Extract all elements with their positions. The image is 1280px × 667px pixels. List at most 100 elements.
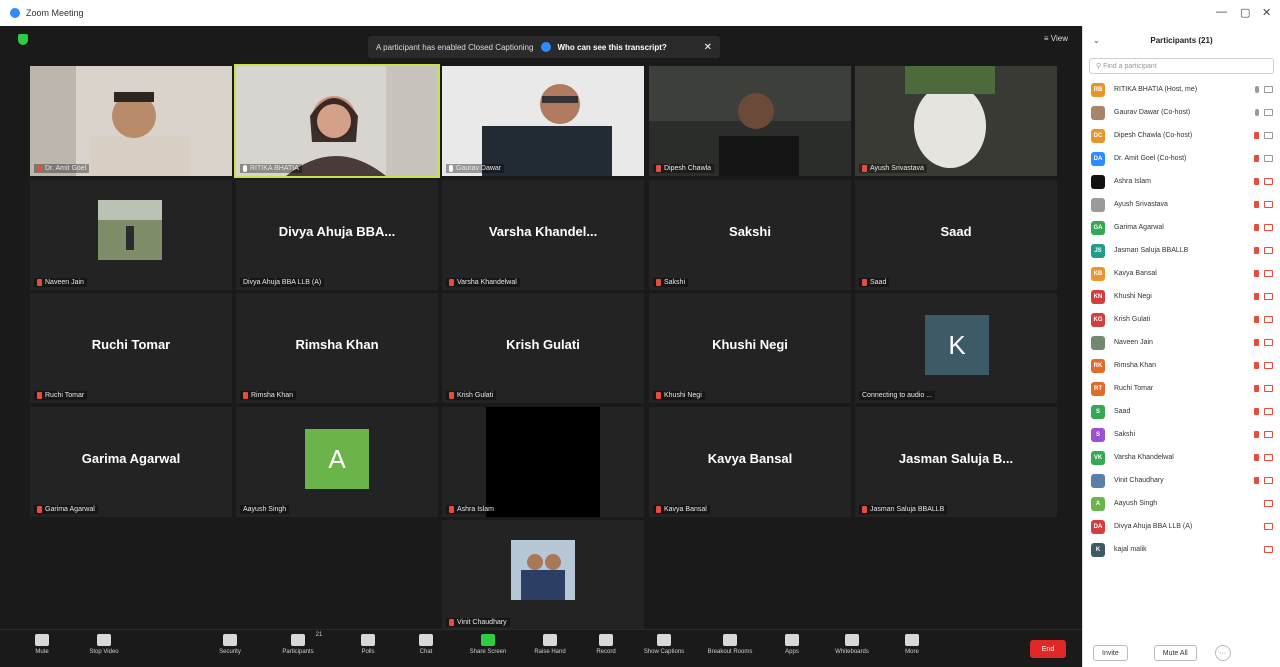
stop-video-button[interactable]: Stop Video — [76, 634, 132, 655]
camera-off-icon[interactable] — [1264, 454, 1273, 461]
mic-icon[interactable] — [1255, 109, 1259, 116]
participant-row[interactable]: Vinit Chaudhary — [1083, 469, 1280, 492]
end-meeting-button[interactable]: End — [1030, 640, 1066, 658]
participant-row[interactable]: S Saad — [1083, 400, 1280, 423]
minimize-button[interactable]: — — [1216, 6, 1227, 18]
video-tile[interactable]: Krish Gulati Krish Gulati — [442, 293, 644, 403]
show-captions-button[interactable]: Show Captions — [636, 634, 692, 655]
whiteboards-button[interactable]: Whiteboards — [824, 634, 880, 655]
camera-icon[interactable] — [1264, 155, 1273, 162]
video-tile[interactable]: Khushi Negi Khushi Negi — [649, 293, 851, 403]
video-tile[interactable]: Divya Ahuja BBA... Divya Ahuja BBA LLB (… — [236, 180, 438, 290]
muted-mic-icon[interactable] — [1254, 155, 1259, 162]
mute-all-button[interactable]: Mute All — [1153, 645, 1197, 661]
transcript-visibility-link[interactable]: Who can see this transcript? — [557, 43, 666, 52]
camera-off-icon[interactable] — [1264, 500, 1273, 507]
participant-row[interactable]: KN Khushi Negi — [1083, 285, 1280, 308]
muted-mic-icon[interactable] — [1254, 224, 1259, 231]
camera-off-icon[interactable] — [1264, 477, 1273, 484]
muted-mic-icon[interactable] — [1254, 339, 1259, 346]
participant-row[interactable]: Ayush Srivastava — [1083, 193, 1280, 216]
muted-mic-icon[interactable] — [1254, 201, 1259, 208]
participant-row[interactable]: A Aayush Singh — [1083, 492, 1280, 515]
muted-mic-icon[interactable] — [1254, 293, 1259, 300]
more-button[interactable]: More — [884, 634, 940, 655]
muted-mic-icon[interactable] — [1254, 408, 1259, 415]
video-tile[interactable]: Rimsha Khan Rimsha Khan — [236, 293, 438, 403]
close-banner-button[interactable]: ✕ — [704, 42, 712, 53]
participant-row[interactable]: Naveen Jain — [1083, 331, 1280, 354]
video-tile[interactable]: Kavya Bansal Kavya Bansal — [649, 407, 851, 517]
record-button[interactable]: Record — [578, 634, 634, 655]
video-tile[interactable]: Saad Saad — [855, 180, 1057, 290]
participant-row[interactable]: DC Dipesh Chawla (Co-host) — [1083, 124, 1280, 147]
camera-off-icon[interactable] — [1264, 293, 1273, 300]
camera-icon[interactable] — [1264, 109, 1273, 116]
participant-row[interactable]: KB Kavya Bansal — [1083, 262, 1280, 285]
more-options-button[interactable]: ··· — [1214, 645, 1231, 661]
video-tile[interactable]: Jasman Saluja B... Jasman Saluja BBALLB — [855, 407, 1057, 517]
camera-off-icon[interactable] — [1264, 316, 1273, 323]
participant-row[interactable]: S Sakshi — [1083, 423, 1280, 446]
muted-mic-icon[interactable] — [1254, 362, 1259, 369]
video-tile[interactable]: Garima Agarwal Garima Agarwal — [30, 407, 232, 517]
participant-row[interactable]: RT Ruchi Tomar — [1083, 377, 1280, 400]
participant-row[interactable]: Gaurav Dawar (Co-host) — [1083, 101, 1280, 124]
camera-off-icon[interactable] — [1264, 178, 1273, 185]
muted-mic-icon[interactable] — [1254, 247, 1259, 254]
raise-hand-button[interactable]: Raise Hand — [522, 634, 578, 655]
chat-button[interactable]: Chat — [398, 634, 454, 655]
camera-off-icon[interactable] — [1264, 362, 1273, 369]
video-tile[interactable]: Dipesh Chawla — [649, 66, 851, 176]
participant-row[interactable]: KG Krish Gulati — [1083, 308, 1280, 331]
camera-off-icon[interactable] — [1264, 408, 1273, 415]
security-button[interactable]: Security — [202, 634, 258, 655]
muted-mic-icon[interactable] — [1254, 385, 1259, 392]
video-tile[interactable]: Gaurav Dawar — [442, 66, 644, 176]
participant-row[interactable]: VK Varsha Khandelwal — [1083, 446, 1280, 469]
muted-mic-icon[interactable] — [1254, 431, 1259, 438]
camera-icon[interactable] — [1264, 132, 1273, 139]
camera-off-icon[interactable] — [1264, 247, 1273, 254]
view-button[interactable]: ≡ View — [1044, 34, 1068, 43]
video-tile-active-speaker[interactable]: RITIKA BHATIA — [234, 64, 440, 178]
participant-row[interactable]: JS Jasman Saluja BBALLB — [1083, 239, 1280, 262]
camera-off-icon[interactable] — [1264, 546, 1273, 553]
invite-button[interactable]: Invite — [1093, 645, 1128, 661]
video-tile[interactable]: Sakshi Sakshi — [649, 180, 851, 290]
muted-mic-icon[interactable] — [1254, 132, 1259, 139]
mute-button[interactable]: Mute — [14, 634, 70, 655]
chevron-down-icon[interactable]: ⌄ — [1093, 36, 1100, 45]
security-shield-icon[interactable] — [18, 34, 28, 45]
breakout-rooms-button[interactable]: Breakout Rooms — [702, 634, 758, 655]
participant-row[interactable]: Kkajal malik — [1083, 538, 1280, 561]
participant-row[interactable]: GA Garima Agarwal — [1083, 216, 1280, 239]
video-tile[interactable]: Varsha Khandel... Varsha Khandelwal — [442, 180, 644, 290]
video-tile[interactable]: Dr. Amit Goel — [30, 66, 232, 176]
camera-off-icon[interactable] — [1264, 523, 1273, 530]
camera-off-icon[interactable] — [1264, 224, 1273, 231]
video-tile[interactable]: Naveen Jain — [30, 180, 232, 290]
participant-row[interactable]: RK Rimsha Khan — [1083, 354, 1280, 377]
apps-button[interactable]: Apps — [764, 634, 820, 655]
camera-off-icon[interactable] — [1264, 385, 1273, 392]
muted-mic-icon[interactable] — [1254, 178, 1259, 185]
video-tile[interactable]: Ruchi Tomar Ruchi Tomar — [30, 293, 232, 403]
muted-mic-icon[interactable] — [1254, 454, 1259, 461]
participant-row[interactable]: Ashra Islam — [1083, 170, 1280, 193]
camera-off-icon[interactable] — [1264, 270, 1273, 277]
camera-off-icon[interactable] — [1264, 201, 1273, 208]
participant-row[interactable]: RB RITIKA BHATIA (Host, me) — [1083, 78, 1280, 101]
participant-row[interactable]: DA Dr. Amit Goel (Co-host) — [1083, 147, 1280, 170]
maximize-button[interactable]: ▢ — [1240, 6, 1250, 19]
camera-icon[interactable] — [1264, 86, 1273, 93]
video-tile[interactable]: A Aayush Singh — [236, 407, 438, 517]
video-tile[interactable]: K Connecting to audio ... — [855, 293, 1057, 403]
camera-off-icon[interactable] — [1264, 431, 1273, 438]
close-window-button[interactable]: ✕ — [1262, 6, 1271, 19]
video-tile[interactable]: Ashra Islam — [442, 407, 644, 517]
participant-row[interactable]: DA Divya Ahuja BBA LLB (A) — [1083, 515, 1280, 538]
muted-mic-icon[interactable] — [1254, 316, 1259, 323]
video-tile[interactable]: Vinit Chaudhary — [442, 520, 644, 630]
share-screen-button[interactable]: Share Screen — [460, 634, 516, 655]
